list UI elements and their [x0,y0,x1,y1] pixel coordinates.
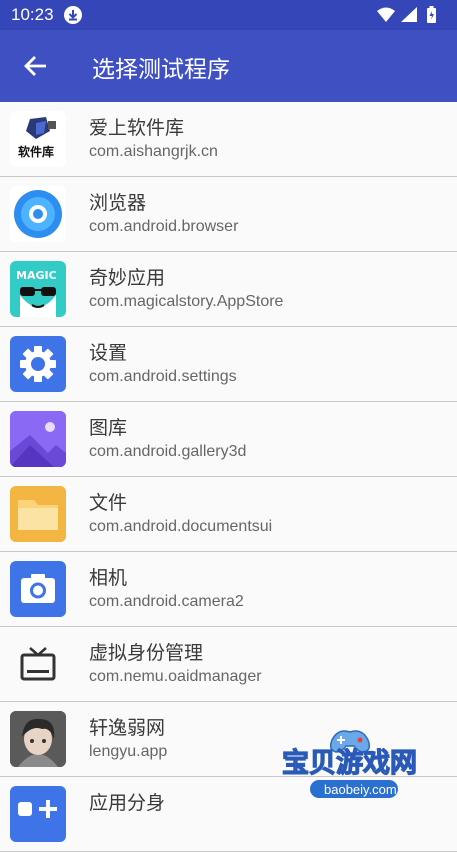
app-name: 文件 [89,492,128,514]
camera-icon [10,561,66,617]
app-package: com.android.browser [89,218,239,235]
browser-icon [10,186,66,242]
app-name: 相机 [89,567,128,589]
app-row-aishang[interactable]: 软件库 爱上软件库 com.aishangrjk.cn [0,102,457,177]
app-package: com.android.settings [89,368,237,385]
app-package: com.nemu.oaidmanager [89,668,262,685]
app-row-magic[interactable]: MAGIC 奇妙应用 com.magicalstory.AppStore [0,252,457,327]
app-row-files[interactable]: 文件 com.android.documentsui [0,477,457,552]
magic-icon: MAGIC [10,261,66,317]
signal-icon [401,7,417,22]
app-package: com.magicalstory.AppStore [89,293,284,310]
svg-text:宝贝游戏网: 宝贝游戏网 [282,747,417,779]
app-package: com.android.documentsui [89,518,273,535]
svg-text:MAGIC: MAGIC [16,269,57,282]
watermark-logo: 宝贝游戏网 baobeiy.com [280,714,445,804]
app-name: 设置 [89,342,128,364]
app-name: 应用分身 [89,792,166,814]
status-icons [375,5,447,29]
app-row-oaid[interactable]: 虚拟身份管理 com.nemu.oaidmanager [0,627,457,702]
anime-avatar-icon [10,711,66,767]
app-package: com.android.camera2 [89,593,244,610]
app-package: com.aishangrjk.cn [89,143,218,160]
svg-text:软件库: 软件库 [18,144,54,159]
status-bar: 10:23 [0,0,457,30]
app-row-gallery[interactable]: 图库 com.android.gallery3d [0,402,457,477]
app-name: 奇妙应用 [89,267,166,289]
tv-icon [10,636,66,692]
page-title: 选择测试程序 [92,57,230,83]
app-row-browser[interactable]: 浏览器 com.android.browser [0,177,457,252]
app-clone-icon [10,786,66,842]
app-row-camera[interactable]: 相机 com.android.camera2 [0,552,457,627]
app-name: 图库 [89,417,128,439]
aishang-logo-icon: 软件库 [10,111,66,167]
svg-text:baobeiy.com: baobeiy.com [324,782,397,797]
app-name: 浏览器 [89,192,147,214]
app-name: 虚拟身份管理 [89,642,204,664]
download-icon [64,6,82,24]
settings-gear-icon [10,336,66,392]
battery-icon [427,6,436,23]
folder-icon [10,486,66,542]
app-name: 轩逸弱网 [89,717,166,739]
app-package: com.android.gallery3d [89,443,247,460]
gallery-icon [10,411,66,467]
wifi-icon [377,7,395,22]
back-arrow-icon[interactable] [22,52,50,80]
status-time: 10:23 [11,5,54,24]
app-package: lengyu.app [89,743,168,760]
app-bar: 选择测试程序 [0,30,457,102]
app-name: 爱上软件库 [89,117,185,139]
app-row-settings[interactable]: 设置 com.android.settings [0,327,457,402]
